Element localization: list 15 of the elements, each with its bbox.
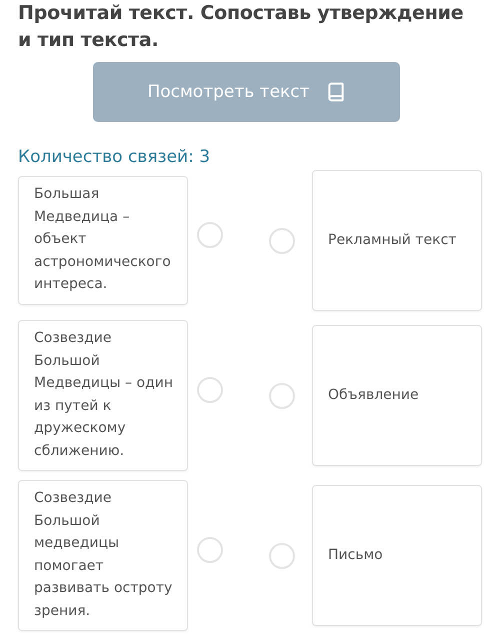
statement-card[interactable]: Созвездие Большой медведицы помогает развивать остроту зрения. xyxy=(18,480,188,631)
connector-dot[interactable] xyxy=(269,382,295,408)
connections-count: Количество связей: 3 xyxy=(18,146,212,168)
text-type-card[interactable]: Рекламный текст xyxy=(312,170,482,311)
book-icon xyxy=(326,82,346,102)
statement-card[interactable]: Большая Медведица – объект астрономического интереса. xyxy=(18,176,188,305)
connector-dot[interactable] xyxy=(197,222,223,248)
connector-dot[interactable] xyxy=(269,542,295,568)
connector-dot[interactable] xyxy=(197,376,223,402)
connector-dot[interactable] xyxy=(197,536,223,562)
statement-card[interactable]: Созвездие Большой Медведицы – один из путей к дружескому сближению. xyxy=(18,320,188,471)
text-type-card[interactable]: Письмо xyxy=(312,485,482,626)
task-title: Прочитай текст. Сопоставь утверждение и тип текста. xyxy=(18,1,464,53)
connector-dot[interactable] xyxy=(269,228,295,254)
text-type-card[interactable]: Объявление xyxy=(312,325,482,466)
